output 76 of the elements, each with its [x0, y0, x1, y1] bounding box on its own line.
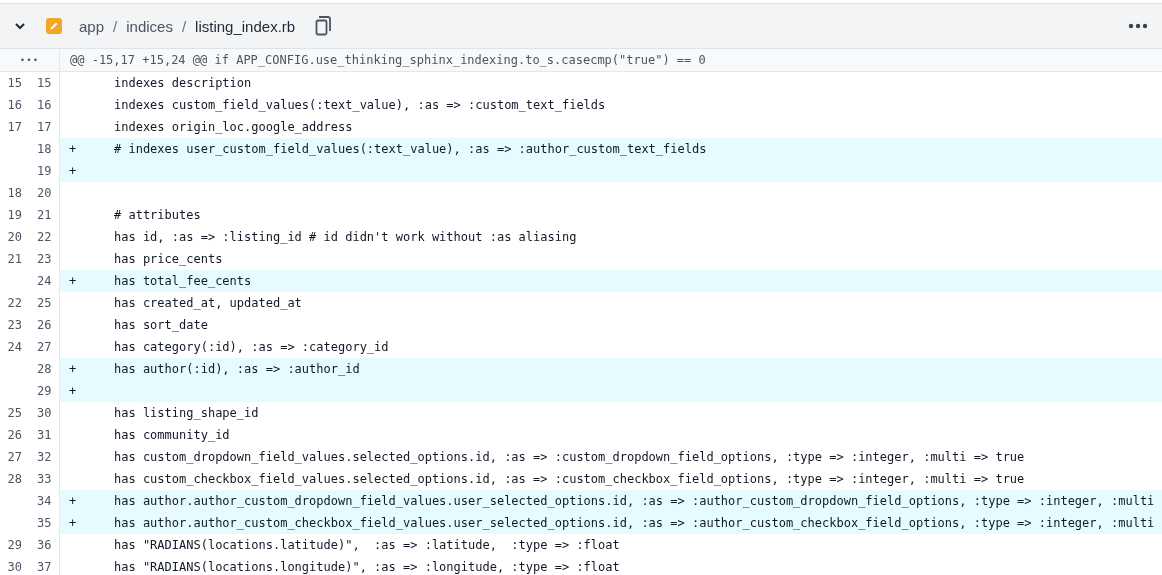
- line-number: 36: [36, 538, 53, 552]
- code-line: has custom_dropdown_field_values.selected_options.id, :as => :custom_dropdown_field_options, :type => :integer, :multi => true: [114, 450, 1025, 464]
- code-line: has sort_date: [114, 318, 208, 332]
- line-number: 25: [6, 406, 23, 420]
- line-number: 22: [36, 230, 53, 244]
- line-number: 22: [6, 296, 23, 310]
- line-number: 15: [36, 76, 53, 90]
- line-number: 27: [36, 340, 53, 354]
- line-number: 21: [6, 252, 23, 266]
- line-number: 27: [6, 450, 23, 464]
- code-line: has author.author_custom_dropdown_field_values.user_selected_options.id, :as => :author_custom_dropdown_field_options, :type => :integer, :multi: [114, 494, 1155, 508]
- code-line: has created_at, updated_at: [114, 296, 302, 310]
- line-number: 33: [36, 472, 53, 486]
- line-number: 31: [36, 428, 53, 442]
- code-line: has custom_checkbox_field_values.selected_options.id, :as => :custom_checkbox_field_options, :type => :integer, :multi => true: [114, 472, 1025, 486]
- more-options-icon[interactable]: [1128, 23, 1148, 29]
- line-number: 26: [6, 428, 23, 442]
- line-number: 34: [36, 494, 53, 508]
- code-line: indexes origin_loc.google_address: [114, 120, 353, 134]
- line-number: 18: [36, 142, 53, 156]
- line-number: 19: [36, 164, 53, 178]
- line-number: 23: [36, 252, 53, 266]
- diff-marker: +: [69, 494, 78, 508]
- line-number: 23: [6, 318, 23, 332]
- folder-name[interactable]: indices: [126, 17, 173, 35]
- line-number: 21: [36, 208, 53, 222]
- code-line: has id, :as => :listing_id # id didn't work without :as aliasing: [114, 230, 577, 244]
- line-number: 20: [6, 230, 23, 244]
- code-line: has total_fee_cents: [114, 274, 252, 288]
- folder-name[interactable]: app: [79, 17, 105, 35]
- line-number: 35: [36, 516, 53, 530]
- line-number: 16: [6, 98, 23, 112]
- code-line: has "RADIANS(locations.longitude)", :as => :longitude, :type => :float: [114, 560, 620, 574]
- code-line: indexes description: [114, 76, 252, 90]
- path-separator: /: [113, 17, 118, 35]
- line-number: 24: [36, 274, 53, 288]
- line-number: 20: [36, 186, 53, 200]
- diff-marker: +: [69, 164, 78, 178]
- code-line: # attributes: [114, 208, 201, 222]
- line-number: 19: [6, 208, 23, 222]
- code-line: indexes custom_field_values(:text_value), :as => :custom_text_fields: [114, 98, 606, 112]
- line-number: 30: [6, 560, 23, 574]
- line-number: 28: [36, 362, 53, 376]
- diff-marker: +: [69, 362, 78, 376]
- line-number: 16: [36, 98, 53, 112]
- line-number: 30: [36, 406, 53, 420]
- line-number: 24: [6, 340, 23, 354]
- line-number: 32: [36, 450, 53, 464]
- copy-icon[interactable]: [315, 16, 332, 36]
- expand-button[interactable]: •••: [0, 49, 60, 71]
- path-separator: /: [181, 17, 187, 35]
- code-line: has author.author_custom_checkbox_field_values.user_selected_options.id, :as => :author_custom_checkbox_field_options, :type => :integer, :multi: [114, 516, 1155, 530]
- line-number: 25: [36, 296, 53, 310]
- line-number: 15: [6, 76, 23, 90]
- diff-marker: +: [69, 274, 78, 288]
- line-number: 26: [36, 318, 53, 332]
- line-number: 18: [6, 186, 23, 200]
- line-number: 29: [36, 384, 53, 398]
- code-line: has listing_shape_id: [114, 406, 259, 420]
- file-name[interactable]: listing_index.rb: [195, 17, 296, 35]
- code-line: has community_id: [114, 428, 230, 442]
- line-number: 29: [6, 538, 23, 552]
- pencil-icon: [46, 18, 62, 34]
- code-line: has price_cents: [114, 252, 223, 266]
- code-line: has "RADIANS(locations.latitude)", :as => :latitude, :type => :float: [114, 538, 620, 552]
- hunk-header: @@ -15,17 +15,24 @@ if APP_CONFIG.use_thinking_sphinx_indexing.to_s.casecmp("true") == 0: [69, 53, 706, 67]
- line-number: 37: [36, 560, 53, 574]
- code-line: # indexes user_custom_field_values(:text_value), :as => :author_custom_text_fields: [114, 142, 707, 156]
- code-line: has category(:id), :as => :category_id: [114, 340, 389, 354]
- line-number: 28: [6, 472, 23, 486]
- line-number: 17: [36, 120, 53, 134]
- diff-marker: +: [69, 142, 78, 156]
- code-line: has author(:id), :as => :author_id: [114, 362, 360, 376]
- line-number: 17: [6, 120, 23, 134]
- diff-marker: +: [69, 516, 78, 530]
- diff-marker: +: [69, 384, 78, 398]
